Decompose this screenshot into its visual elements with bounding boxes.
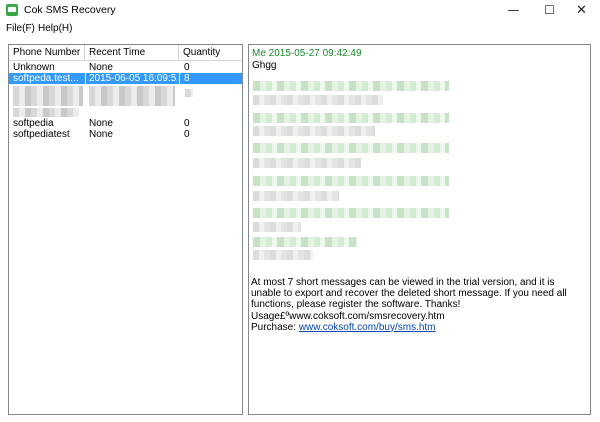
redacted-message-header <box>253 81 449 91</box>
column-header-phone-number[interactable]: Phone Number <box>9 45 85 60</box>
trial-notice: At most 7 short messages can be viewed i… <box>251 277 587 333</box>
redacted-phone-number <box>13 86 83 106</box>
redacted-message-body <box>253 191 339 201</box>
redacted-message-body <box>253 126 375 136</box>
recent-time: None <box>89 129 113 140</box>
redacted-phone-number <box>13 108 79 117</box>
window-title: Cok SMS Recovery <box>24 4 116 16</box>
list-item[interactable]: Unknown None 0 <box>9 62 242 73</box>
redacted-recent-time <box>89 86 175 106</box>
redacted-message-header <box>253 113 449 123</box>
column-header-recent-time[interactable]: Recent Time <box>85 45 179 60</box>
title-bar: Cok SMS Recovery — ☐ ✕ <box>0 0 600 21</box>
phone-number: softpeda.test... <box>13 73 79 84</box>
recent-time: None <box>89 62 113 73</box>
message-header: Me 2015-05-27 09:42:49 <box>252 48 362 59</box>
message-view[interactable]: Me 2015-05-27 09:42:49 Ghgg At most 7 sh… <box>248 44 591 415</box>
app-icon <box>6 4 18 16</box>
redacted-message-header <box>253 208 449 218</box>
redacted-message-body <box>253 250 313 260</box>
list-item[interactable]: softpediatest None 0 <box>9 129 242 140</box>
redacted-message-header <box>253 237 357 247</box>
quantity: 0 <box>184 118 190 129</box>
menu-bar: File(F) Help(H) <box>0 21 600 39</box>
list-header: Phone Number Recent Time Quantity <box>9 45 242 61</box>
redacted-message-header <box>253 176 449 186</box>
phone-number: softpedia <box>13 118 54 129</box>
phone-number: Unknown <box>13 62 55 73</box>
quantity: 0 <box>184 62 190 73</box>
column-header-quantity[interactable]: Quantity <box>179 45 242 60</box>
menu-file[interactable]: File(F) <box>6 23 35 34</box>
purchase-link[interactable]: www.coksoft.com/buy/sms.htm <box>299 322 436 333</box>
menu-help[interactable]: Help(H) <box>38 23 72 34</box>
purchase-label: Purchase: <box>251 321 299 333</box>
column-divider <box>179 73 180 84</box>
quantity: 0 <box>184 129 190 140</box>
phone-number: softpediatest <box>13 129 70 140</box>
recent-time: None <box>89 118 113 129</box>
column-divider <box>85 73 86 84</box>
redacted-message-header <box>253 143 449 153</box>
redacted-message-body <box>253 222 301 232</box>
recent-time: 2015-06-05 16:09:52 <box>89 73 177 84</box>
purchase-line: Purchase: www.coksoft.com/buy/sms.htm <box>251 322 587 333</box>
phone-list: Phone Number Recent Time Quantity Unknow… <box>8 44 243 415</box>
trial-text: At most 7 short messages can be viewed i… <box>251 277 567 311</box>
message-body: Ghgg <box>252 60 277 71</box>
quantity: 8 <box>184 73 190 84</box>
redacted-message-body <box>253 158 361 168</box>
list-item-selected[interactable]: softpeda.test... 2015-06-05 16:09:52 8 <box>9 73 242 84</box>
list-item-redacted[interactable] <box>9 84 242 108</box>
redacted-quantity <box>185 89 193 97</box>
close-button[interactable]: ✕ <box>559 0 600 21</box>
list-item[interactable]: softpedia None 0 <box>9 118 242 129</box>
list-item-redacted[interactable] <box>9 108 242 118</box>
usage-text: Usage£ºwww.coksoft.com/smsrecovery.htm <box>251 310 445 322</box>
redacted-message-body <box>253 95 383 105</box>
